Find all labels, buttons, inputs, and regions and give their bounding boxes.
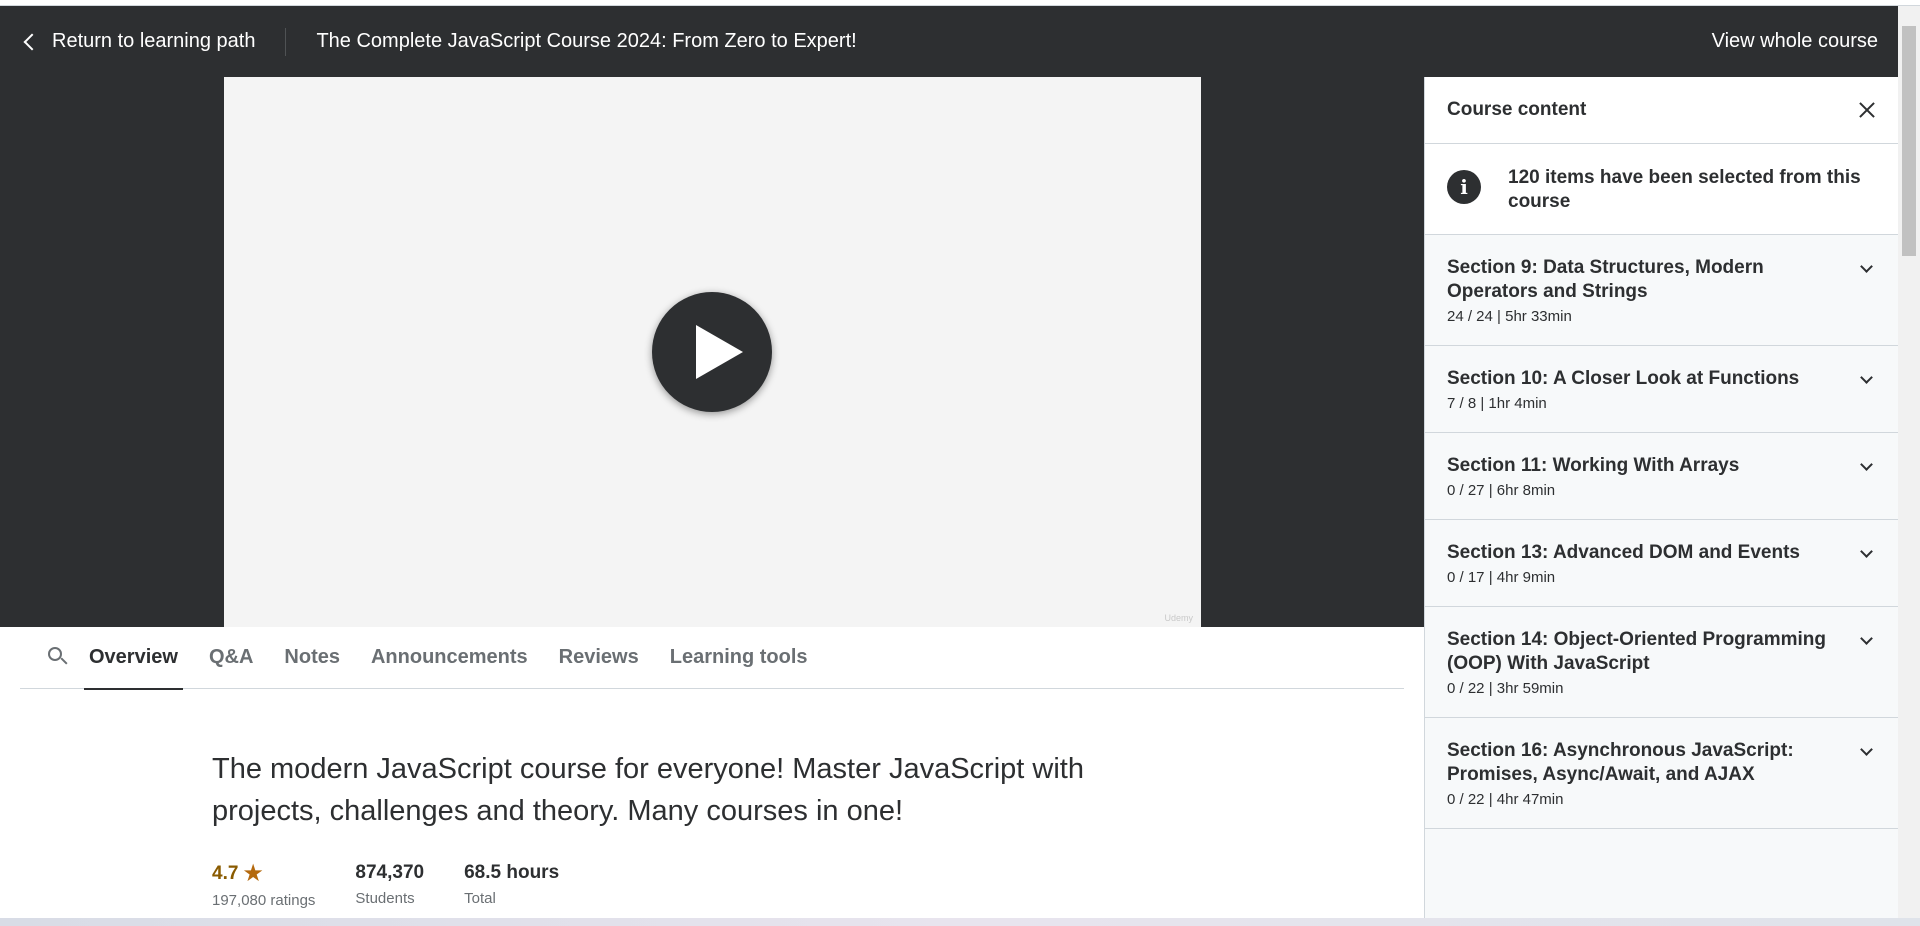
video-player[interactable]: Udemy [224, 77, 1201, 627]
video-player-area: Udemy [0, 77, 1424, 627]
play-button[interactable] [652, 292, 772, 412]
course-stats: 4.7 ★ 197,080 ratings 874,370 Students 6… [212, 862, 559, 910]
tab-reviews[interactable]: Reviews [554, 627, 644, 689]
chevron-down-icon [1860, 371, 1873, 384]
students-stat: 874,370 Students [355, 862, 424, 909]
page-scrollbar[interactable] [1898, 6, 1920, 918]
view-whole-course-link[interactable]: View whole course [1712, 30, 1898, 53]
course-title: The Complete JavaScript Course 2024: Fro… [316, 30, 857, 52]
rating-count: 197,080 ratings [212, 892, 316, 909]
section-meta: 0 / 22 | 4hr 47min [1447, 791, 1564, 808]
course-tabs: Overview Q&A Notes Announcements Reviews… [20, 627, 1404, 690]
return-to-learning-path-link[interactable]: Return to learning path [0, 6, 255, 77]
sidebar-header: Course content [1425, 77, 1898, 144]
selection-info: i 120 items have been selected from this… [1425, 144, 1898, 235]
chevron-down-icon [1860, 545, 1873, 558]
section-title: Section 11: Working With Arrays [1447, 455, 1740, 476]
tab-overview[interactable]: Overview [84, 627, 183, 690]
section-item[interactable]: Section 13: Advanced DOM and Events 0 / … [1425, 520, 1898, 607]
star-icon: ★ [242, 860, 264, 887]
play-icon [696, 325, 743, 379]
section-meta: 0 / 22 | 3hr 59min [1447, 680, 1564, 697]
tab-notes[interactable]: Notes [279, 627, 345, 689]
course-content-sidebar: Course content i 120 items have been sel… [1424, 77, 1898, 926]
info-icon: i [1447, 170, 1481, 204]
section-meta: 0 / 17 | 4hr 9min [1447, 569, 1556, 586]
close-icon[interactable] [1858, 101, 1876, 119]
header-divider [285, 27, 287, 56]
chevron-down-icon [1860, 632, 1873, 645]
section-meta: 0 / 27 | 6hr 8min [1447, 482, 1556, 499]
tab-learning-tools[interactable]: Learning tools [665, 627, 813, 689]
section-title: Section 13: Advanced DOM and Events [1447, 542, 1800, 563]
scrollbar-thumb[interactable] [1902, 26, 1916, 256]
section-item[interactable]: Section 9: Data Structures, Modern Opera… [1425, 235, 1898, 346]
total-hours-label: Total [464, 890, 496, 907]
chevron-down-icon [1860, 743, 1873, 756]
section-title: Section 10: A Closer Look at Functions [1447, 368, 1800, 389]
rating-value-row: 4.7 ★ [212, 862, 315, 886]
section-title: Section 14: Object-Oriented Programming … [1447, 629, 1827, 674]
section-meta: 24 / 24 | 5hr 33min [1447, 308, 1572, 325]
tab-qa[interactable]: Q&A [204, 627, 258, 689]
selection-info-text: 120 items have been selected from this c… [1508, 167, 1861, 212]
section-meta: 7 / 8 | 1hr 4min [1447, 395, 1547, 412]
section-title: Section 9: Data Structures, Modern Opera… [1447, 257, 1764, 302]
section-title: Section 16: Asynchronous JavaScript: Pro… [1447, 740, 1794, 785]
section-item[interactable]: Section 11: Working With Arrays 0 / 27 |… [1425, 433, 1898, 520]
students-label: Students [355, 890, 415, 907]
students-value: 874,370 [355, 862, 425, 883]
video-watermark: Udemy [1164, 613, 1193, 623]
rating-stat: 4.7 ★ 197,080 ratings [212, 862, 316, 910]
sidebar-title: Course content [1447, 99, 1587, 120]
course-header: Return to learning path The Complete Jav… [0, 6, 1898, 77]
section-item[interactable]: Section 14: Object-Oriented Programming … [1425, 607, 1898, 718]
chevron-down-icon [1860, 458, 1873, 471]
search-icon[interactable] [40, 627, 84, 689]
total-hours-stat: 68.5 hours Total [464, 862, 559, 909]
chevron-left-icon [23, 33, 41, 51]
chevron-down-icon [1860, 260, 1873, 273]
section-item[interactable]: Section 10: A Closer Look at Functions 7… [1425, 346, 1898, 433]
rating-value: 4.7 [212, 863, 239, 884]
total-hours-value: 68.5 hours [464, 862, 560, 883]
section-item[interactable]: Section 16: Asynchronous JavaScript: Pro… [1425, 718, 1898, 829]
taskbar-edge [0, 918, 1920, 926]
tab-announcements[interactable]: Announcements [366, 627, 533, 689]
return-label: Return to learning path [52, 30, 256, 52]
course-headline: The modern JavaScript course for everyon… [212, 753, 1084, 827]
